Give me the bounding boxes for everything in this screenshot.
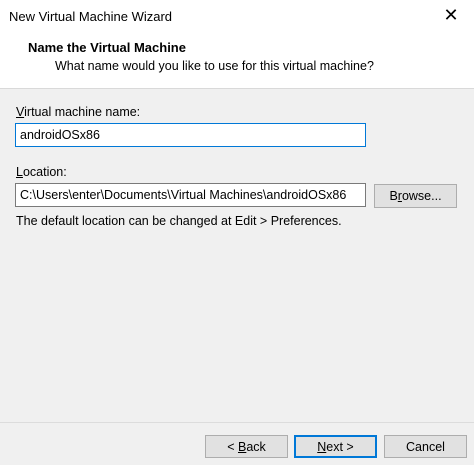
title-bar: New Virtual Machine Wizard ✕ <box>0 0 474 31</box>
next-label-post: ext > <box>326 439 354 454</box>
location-label-text: ocation: <box>22 165 67 179</box>
cancel-button[interactable]: Cancel <box>384 435 467 458</box>
page-title: Name the Virtual Machine <box>28 40 186 55</box>
back-button[interactable]: < Back <box>205 435 288 458</box>
back-label-pre: < <box>227 439 238 454</box>
footer-divider <box>0 422 474 423</box>
vm-name-label-text: irtual machine name: <box>24 105 141 119</box>
location-hint: The default location can be changed at E… <box>16 214 342 228</box>
close-icon[interactable]: ✕ <box>428 0 474 31</box>
page-subtitle: What name would you like to use for this… <box>55 59 374 73</box>
location-label: Location: <box>16 165 67 179</box>
next-label-mnemonic: N <box>317 439 327 454</box>
wizard-header: Name the Virtual Machine What name would… <box>0 31 474 89</box>
location-label-mnemonic: L <box>16 165 23 179</box>
vm-name-input[interactable] <box>15 123 366 147</box>
browse-button[interactable]: Br owse... <box>374 184 457 208</box>
back-label-mnemonic: B <box>237 439 247 454</box>
browse-label-post: owse... <box>401 189 442 203</box>
browse-label-pre: B <box>389 189 398 203</box>
next-button[interactable]: Next > <box>294 435 377 458</box>
vm-name-label: Virtual machine name: <box>16 105 140 119</box>
back-label-post: ack <box>246 439 266 454</box>
location-input[interactable] <box>15 183 366 207</box>
window-title: New Virtual Machine Wizard <box>9 9 173 24</box>
vm-name-label-mnemonic: V <box>16 105 25 119</box>
